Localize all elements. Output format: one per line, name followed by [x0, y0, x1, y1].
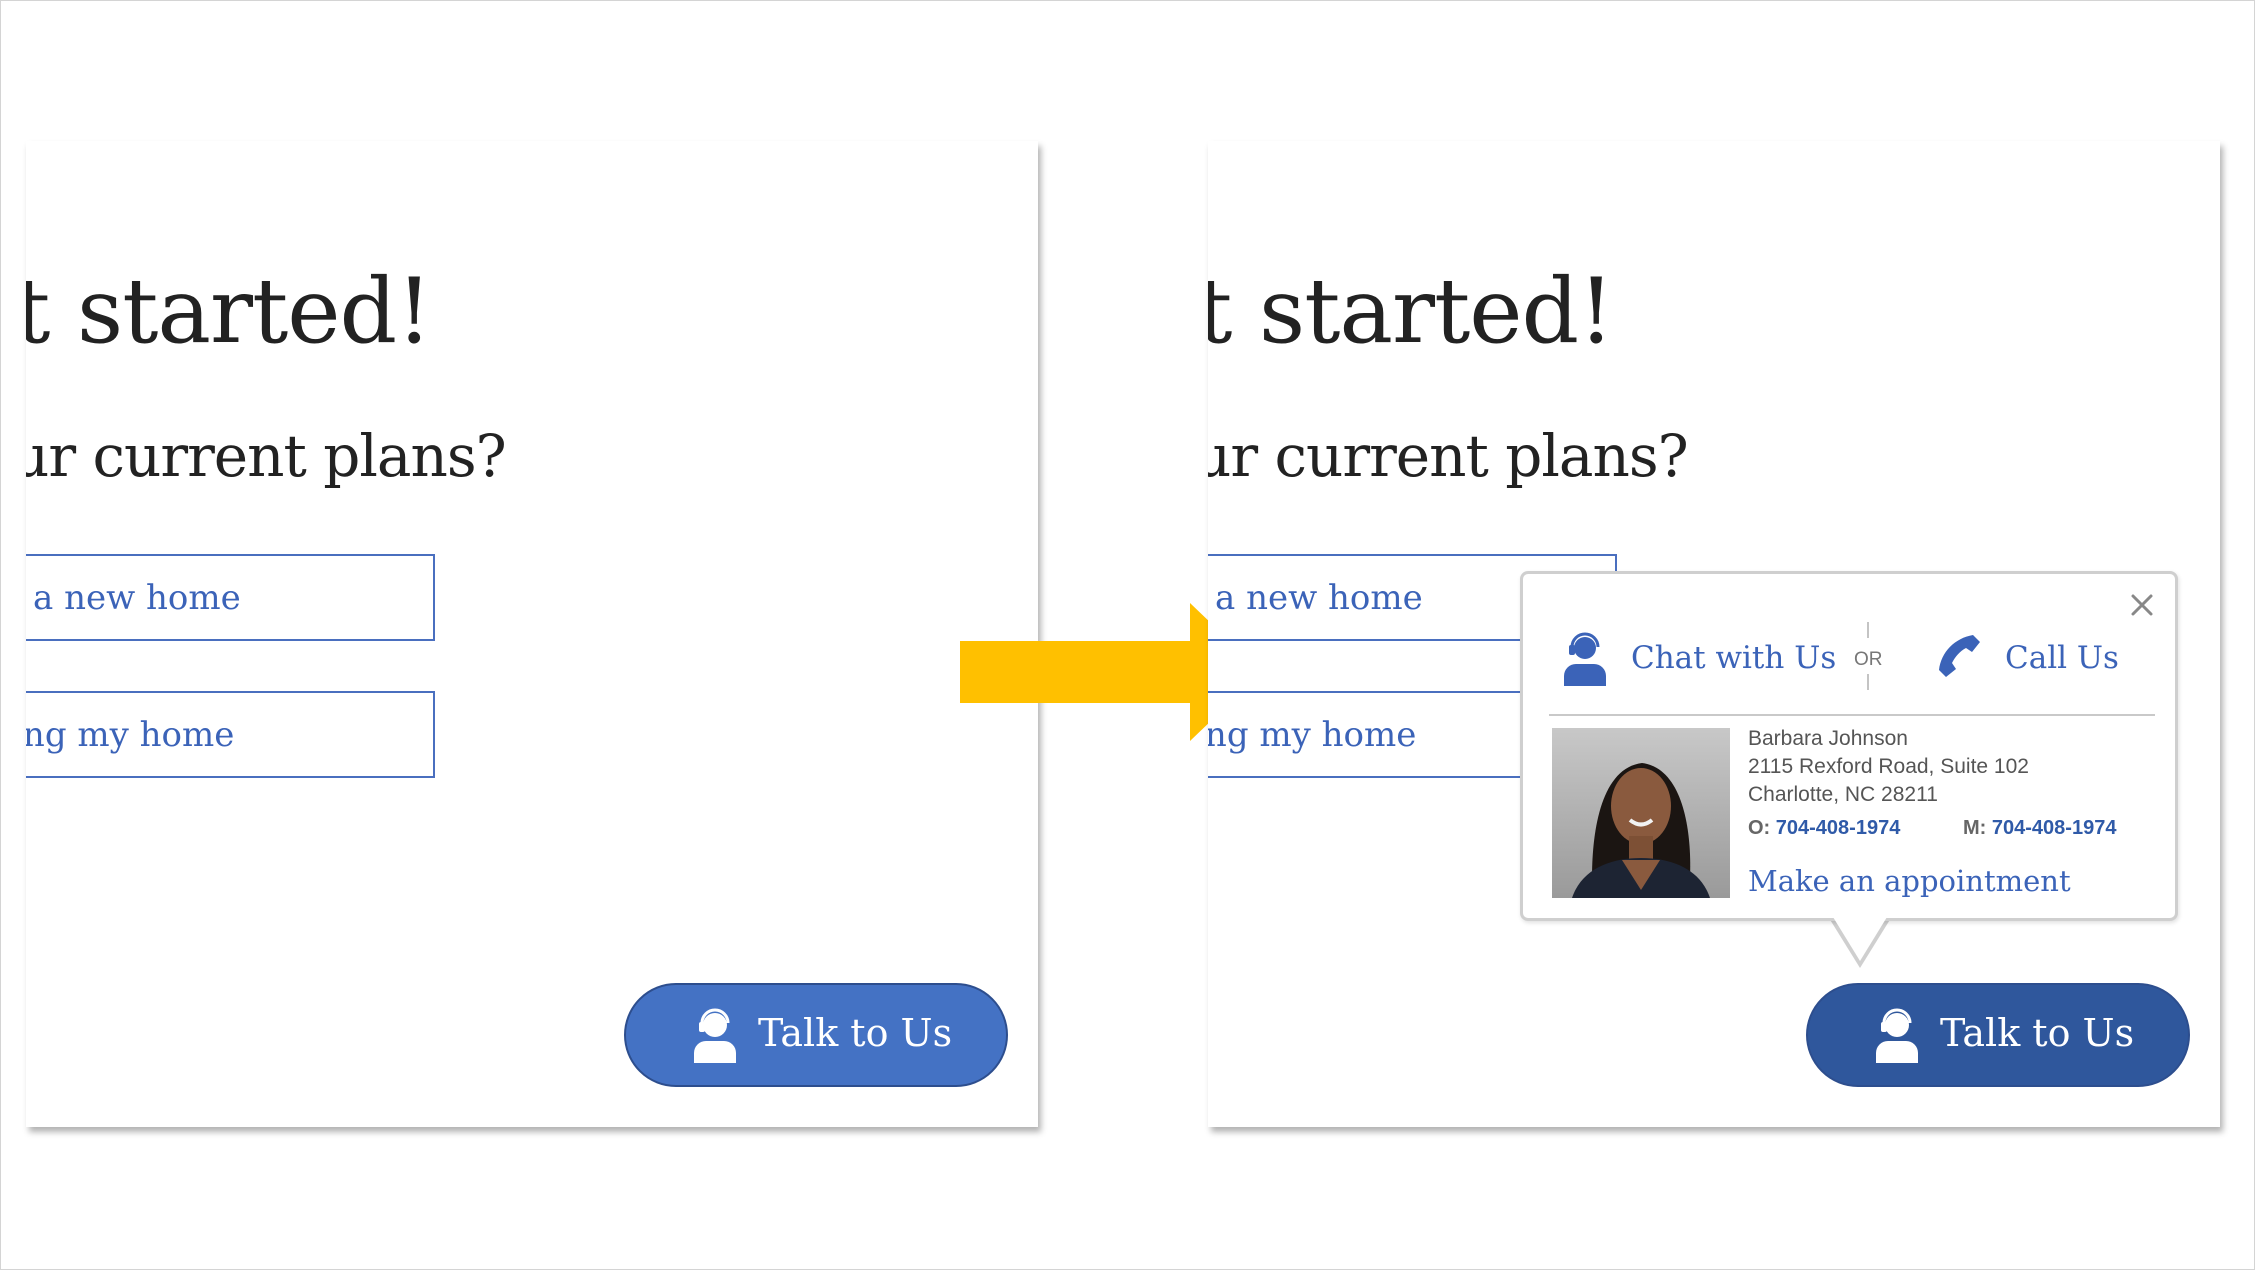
agent-headset-icon	[694, 1008, 736, 1063]
phone-icon[interactable]	[1933, 632, 1983, 682]
option-label: cing my home	[26, 715, 235, 755]
plans-question: ur current plans?	[26, 422, 507, 490]
talk-button-label: Talk to Us	[758, 1011, 953, 1055]
office-phone: O: 704-408-1974	[1748, 817, 1900, 840]
contact-popup: Chat with Us OR Call Us Barbara Johnson …	[1520, 571, 2178, 921]
agent-name: Barbara Johnson	[1748, 727, 1908, 750]
option-new-home[interactable]: a new home	[26, 554, 435, 641]
agent-photo	[1552, 728, 1730, 898]
page-heading: et started!	[1208, 259, 1614, 364]
or-divider-top	[1867, 622, 1869, 638]
close-icon[interactable]	[2129, 592, 2155, 618]
option-label: cing my home	[1208, 715, 1417, 755]
agent-headset-icon	[1876, 1008, 1918, 1063]
talk-to-us-button[interactable]: Talk to Us	[624, 983, 1008, 1087]
talk-button-label: Talk to Us	[1940, 1011, 2135, 1055]
call-us-link[interactable]: Call Us	[2005, 640, 2119, 676]
mobile-phone: M: 704-408-1974	[1963, 817, 2116, 840]
plans-question: ur current plans?	[1208, 422, 1689, 490]
mobile-phone-label: M:	[1963, 817, 1987, 839]
make-appointment-link[interactable]: Make an appointment	[1748, 864, 2071, 898]
option-label: a new home	[33, 578, 241, 618]
option-refinancing[interactable]: cing my home	[26, 691, 435, 778]
talk-to-us-button[interactable]: Talk to Us	[1806, 983, 2190, 1087]
screen-before: et started! ur current plans? a new home…	[26, 141, 1038, 1127]
chat-with-us-link[interactable]: Chat with Us	[1631, 640, 1836, 676]
option-label: a new home	[1215, 578, 1423, 618]
page-heading: et started!	[26, 259, 432, 364]
or-label: OR	[1854, 649, 1883, 670]
agent-address-line2: Charlotte, NC 28211	[1748, 783, 1938, 806]
popup-tail-fill	[1833, 917, 1887, 961]
mobile-phone-link[interactable]: 704-408-1974	[1992, 817, 2117, 839]
agent-headset-icon[interactable]	[1561, 630, 1609, 686]
or-divider-bottom	[1867, 674, 1869, 690]
agent-address-line1: 2115 Rexford Road, Suite 102	[1748, 755, 2029, 778]
popup-divider	[1549, 714, 2155, 716]
office-phone-label: O:	[1748, 817, 1771, 839]
office-phone-link[interactable]: 704-408-1974	[1776, 817, 1901, 839]
